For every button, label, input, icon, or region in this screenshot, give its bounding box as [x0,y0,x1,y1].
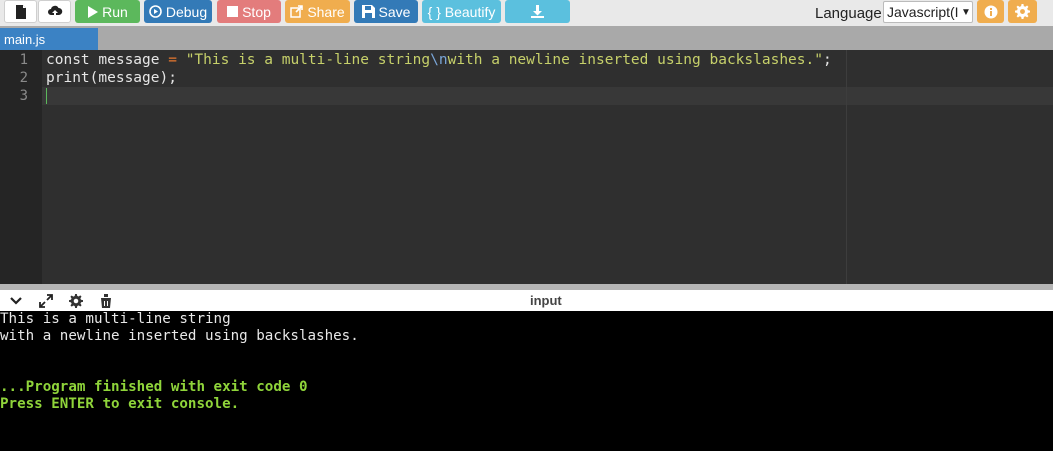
line-number: 3 [19,88,28,104]
beautify-label: { } Beautify [427,3,496,20]
clear-console-button[interactable] [98,293,114,309]
press-enter-message: Press ENTER to exit console. [0,396,240,412]
io-panel-header: input [0,290,1053,311]
cloud-upload-icon [47,5,62,18]
info-icon [984,5,997,18]
chevron-down-icon: ▼ [961,6,971,18]
info-button[interactable] [977,0,1004,23]
debug-circle-icon [149,5,162,18]
file-tab-bar: main.js [0,26,1053,50]
file-icon [15,4,26,19]
debug-button[interactable]: Debug [144,0,212,23]
io-settings-button[interactable] [68,293,84,309]
console-line: with a newline inserted using backslashe… [0,328,359,344]
language-label: Language [815,5,882,22]
expand-button[interactable] [38,293,54,309]
language-value: Javascript(I [887,4,959,20]
toolbar: Run Debug Stop Share Save { } Beautify L… [0,0,1053,26]
gear-icon [69,294,83,308]
beautify-button[interactable]: { } Beautify [422,0,501,23]
code-string: with a newline inserted using backslashe… [447,52,823,68]
save-label: Save [378,3,411,20]
active-line-highlight [0,87,1053,105]
code-token: ; [822,52,832,68]
code-line-1: const message = "This is a multi-line st… [46,51,832,69]
share-button[interactable]: Share [285,0,350,23]
play-icon [88,5,99,18]
code-token: const message [46,52,169,68]
download-button[interactable] [505,0,570,23]
stop-square-icon [227,6,239,17]
code-operator: = [168,52,177,68]
line-number: 2 [19,70,28,86]
code-string: "This is a multi-line string [185,52,431,68]
line-gutter: 1 2 3 [0,50,42,284]
text-cursor [46,88,47,104]
settings-button[interactable] [1008,0,1037,23]
run-label: Run [102,3,128,20]
code-escape: \n [430,52,448,68]
collapse-button[interactable] [8,293,24,309]
chevron-down-icon [10,297,22,305]
expand-icon [39,294,53,308]
console-output[interactable]: This is a multi-line string with a newli… [0,311,1053,451]
tab-main-js[interactable]: main.js [0,28,98,50]
line-number: 1 [19,52,28,68]
code-editor[interactable]: 1 2 3 const message = "This is a multi-l… [0,50,1053,284]
upload-button[interactable] [38,0,71,23]
stop-label: Stop [242,3,271,20]
share-icon [290,5,304,18]
debug-label: Debug [165,3,208,20]
print-margin [846,50,847,284]
language-select[interactable]: Javascript(I ▼ [883,1,973,23]
share-label: Share [307,3,345,20]
io-title: input [530,293,562,308]
code-line-2: print(message); [46,70,177,86]
run-button[interactable]: Run [75,0,140,23]
eraser-icon [101,294,111,308]
download-icon [531,5,544,18]
exit-status-message: ...Program finished with exit code 0 [0,379,308,395]
console-line: This is a multi-line string [0,311,231,327]
floppy-disk-icon [361,5,375,18]
save-button[interactable]: Save [354,0,418,23]
gear-icon [1015,4,1030,19]
new-file-button[interactable] [4,0,37,23]
tab-label: main.js [4,31,46,47]
stop-button[interactable]: Stop [217,0,281,23]
